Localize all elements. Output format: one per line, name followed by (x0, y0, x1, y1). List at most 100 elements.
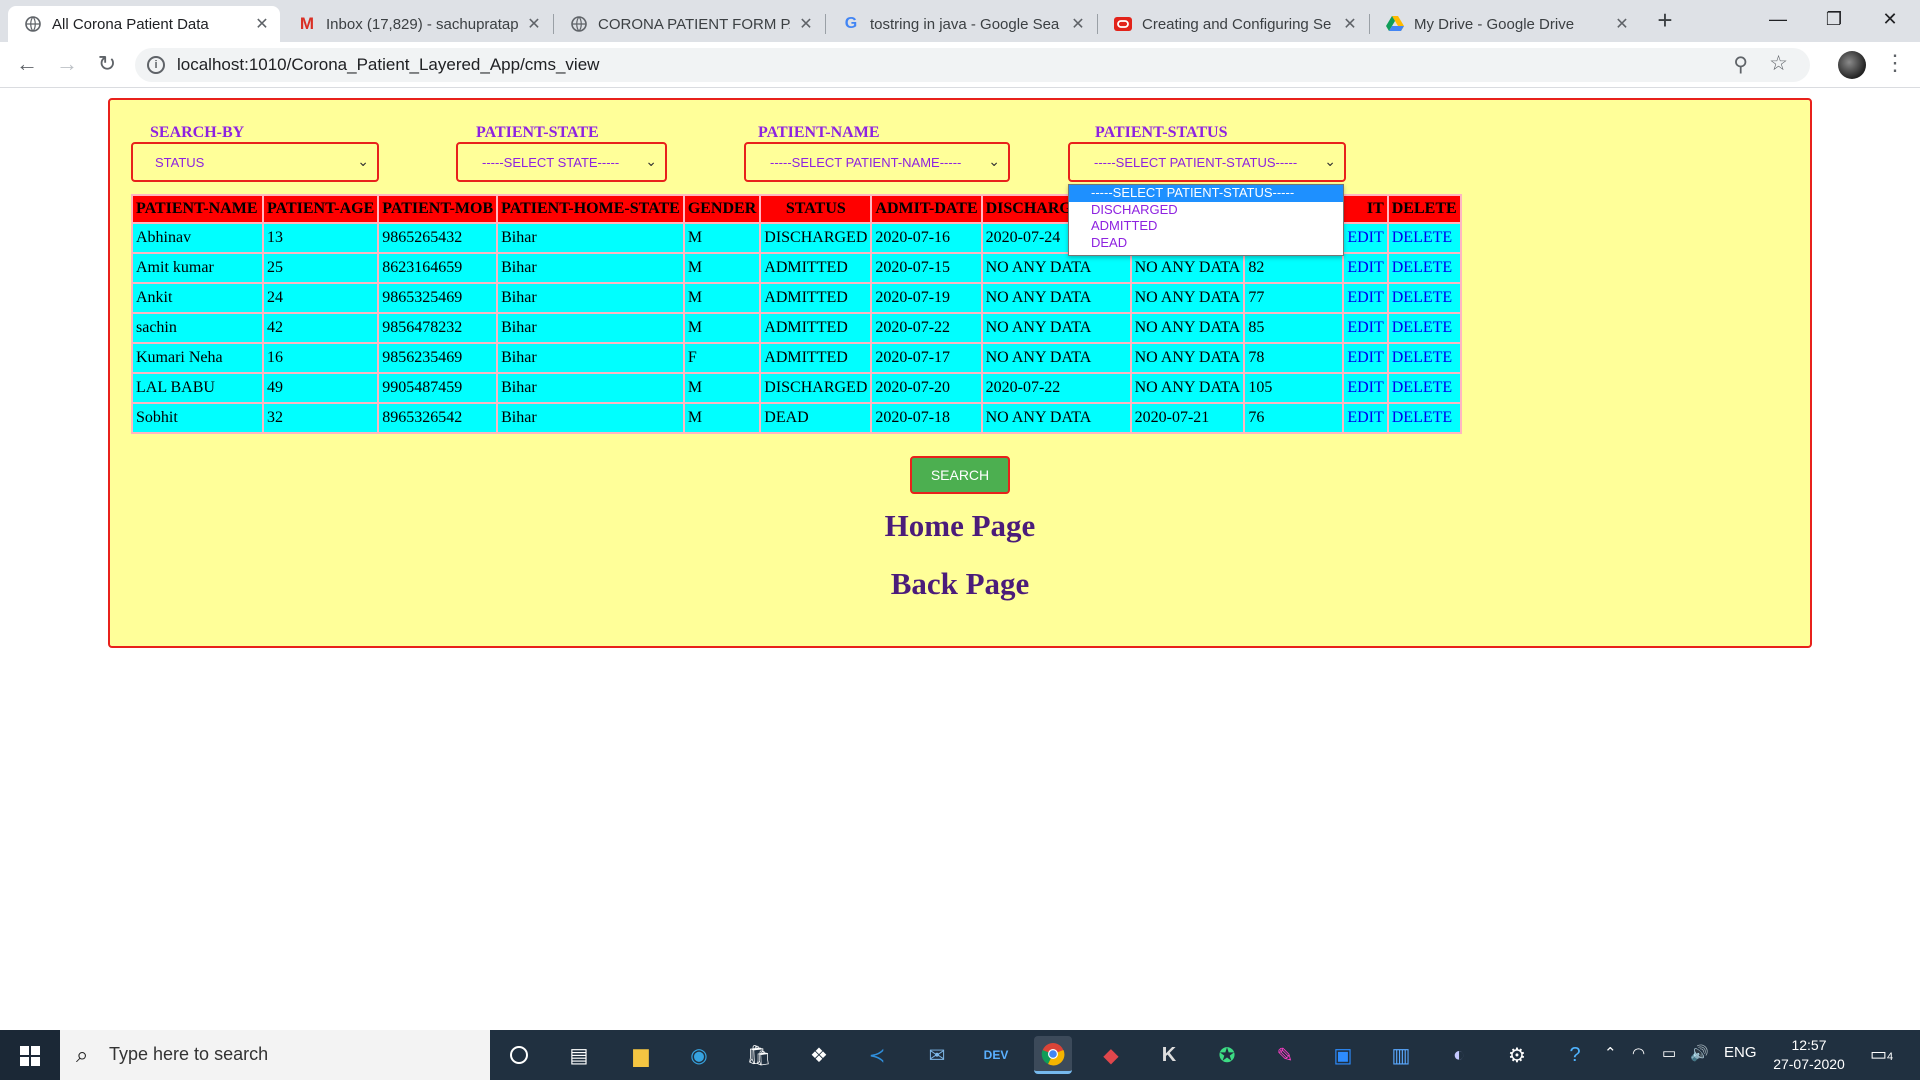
home-page-link[interactable]: Home Page (110, 508, 1810, 544)
dropdown-option-dead[interactable]: DEAD (1069, 235, 1343, 252)
cell-status: DISCHARGED (761, 224, 871, 252)
edit-link[interactable]: EDIT (1347, 349, 1383, 366)
chrome-icon[interactable] (1034, 1036, 1072, 1074)
start-button[interactable] (0, 1030, 60, 1080)
patient-status-select[interactable]: -----SELECT PATIENT-STATUS----- ⌄ (1068, 142, 1346, 182)
cell-name: Kumari Neha (133, 344, 262, 372)
patient-name-select[interactable]: -----SELECT PATIENT-NAME----- ⌄ (744, 142, 1010, 182)
dropdown-option-admitted[interactable]: ADMITTED (1069, 218, 1343, 235)
zoom-app-icon[interactable]: ▣ (1324, 1036, 1362, 1074)
cell-edit: EDIT (1344, 284, 1387, 312)
devcpp-icon[interactable]: DEV (977, 1036, 1015, 1074)
edit-link[interactable]: EDIT (1347, 229, 1383, 246)
cell-age: 49 (264, 374, 378, 402)
patient-state-select[interactable]: -----SELECT STATE----- ⌄ (456, 142, 667, 182)
menu-kebab-icon[interactable]: ⋮ (1884, 50, 1906, 76)
volume-icon[interactable]: 🔊 (1690, 1044, 1709, 1062)
notification-count: 4 (1887, 1051, 1894, 1063)
bookmark-star-icon[interactable]: ☆ (1769, 51, 1788, 76)
reload-icon[interactable]: ↻ (92, 50, 122, 80)
restore-button[interactable]: ❐ (1808, 0, 1860, 40)
tab-corona-patient-form[interactable]: CORONA PATIENT FORM PAGE ✕ (554, 6, 824, 42)
forward-arrow-icon[interactable]: → (52, 50, 82, 80)
tab-google-search[interactable]: G tostring in java - Google Sea ✕ (826, 6, 1096, 42)
store-icon[interactable]: 🛍 (740, 1036, 778, 1074)
edit-link[interactable]: EDIT (1347, 259, 1383, 276)
file-explorer-icon[interactable]: ▆ (622, 1036, 660, 1074)
cell-name: Amit kumar (133, 254, 262, 282)
browser-tab-bar: All Corona Patient Data ✕ M Inbox (17,82… (0, 0, 1920, 42)
delete-link[interactable]: DELETE (1392, 379, 1452, 396)
delete-link[interactable]: DELETE (1392, 409, 1452, 426)
language-indicator[interactable]: ENG (1724, 1044, 1757, 1061)
cell-hidden-2: 85 (1245, 314, 1343, 342)
back-arrow-icon[interactable]: ← (12, 50, 42, 80)
info-icon[interactable]: i (147, 56, 165, 74)
edge-icon[interactable]: ◉ (680, 1036, 718, 1074)
cell-admit-date: 2020-07-16 (872, 224, 981, 252)
back-page-link[interactable]: Back Page (110, 566, 1810, 602)
tab-all-corona-patient-data[interactable]: All Corona Patient Data ✕ (8, 6, 280, 42)
notification-center-icon[interactable]: ▭4 (1870, 1044, 1893, 1065)
profile-avatar[interactable] (1838, 51, 1866, 79)
col-gender: GENDER (684, 196, 760, 222)
address-bar[interactable]: i localhost:1010/Corona_Patient_Layered_… (135, 48, 1810, 82)
kotlin-ide-icon[interactable]: K (1150, 1036, 1188, 1074)
edit-link[interactable]: EDIT (1347, 289, 1383, 306)
edit-link[interactable]: EDIT (1347, 319, 1383, 336)
close-window-button[interactable]: ✕ (1864, 0, 1916, 40)
close-icon[interactable]: ✕ (1614, 14, 1630, 34)
delete-link[interactable]: DELETE (1392, 289, 1452, 306)
taskbar-search-box[interactable]: ⌕ Type here to search (60, 1030, 490, 1080)
notepad-icon[interactable]: ▥ (1382, 1036, 1420, 1074)
task-view-icon[interactable]: ▤ (560, 1036, 598, 1074)
dropdown-option-discharged[interactable]: DISCHARGED (1069, 202, 1343, 219)
close-icon[interactable]: ✕ (1342, 14, 1358, 34)
delete-link[interactable]: DELETE (1392, 229, 1452, 246)
gmail-icon: M (299, 14, 315, 33)
close-icon[interactable]: ✕ (254, 14, 270, 34)
settings-gear-icon[interactable]: ⚙ (1498, 1036, 1536, 1074)
cell-gender: F (684, 344, 760, 372)
edit-link[interactable]: EDIT (1347, 409, 1383, 426)
mail-icon[interactable]: ✉ (918, 1036, 956, 1074)
cell-admit-date: 2020-07-17 (872, 344, 981, 372)
cortana-icon[interactable] (500, 1036, 538, 1074)
tab-google-drive[interactable]: My Drive - Google Drive ✕ (1370, 6, 1640, 42)
close-icon[interactable]: ✕ (798, 14, 814, 34)
dropbox-icon[interactable]: ❖ (800, 1036, 838, 1074)
cell-status: ADMITTED (761, 284, 871, 312)
cell-hidden-1: NO ANY DATA (1131, 254, 1244, 282)
search-button[interactable]: SEARCH (910, 456, 1010, 494)
table-row: Kumari Neha 16 9856235469 Bihar F ADMITT… (133, 344, 1460, 372)
wifi-icon[interactable]: ◠ (1632, 1044, 1645, 1062)
system-clock[interactable]: 12:57 27-07-2020 (1770, 1036, 1848, 1074)
cell-age: 42 (264, 314, 378, 342)
tab-oracle-docs[interactable]: Creating and Configuring Se ✕ (1098, 6, 1368, 42)
dropdown-option-select-status[interactable]: -----SELECT PATIENT-STATUS----- (1069, 185, 1343, 202)
cell-state: Bihar (498, 284, 683, 312)
tab-gmail-inbox[interactable]: M Inbox (17,829) - sachupratap ✕ (282, 6, 552, 42)
battery-icon[interactable]: ▭ (1662, 1044, 1676, 1062)
paint-brush-icon[interactable]: ✎ (1266, 1036, 1304, 1074)
minimize-button[interactable]: — (1752, 0, 1804, 40)
help-icon[interactable]: ? (1556, 1036, 1594, 1074)
edit-link[interactable]: EDIT (1347, 379, 1383, 396)
col-edit: IT (1344, 196, 1387, 222)
delete-link[interactable]: DELETE (1392, 349, 1452, 366)
pdf-reader-icon[interactable]: ◆ (1092, 1036, 1130, 1074)
col-status: STATUS (761, 196, 871, 222)
delete-link[interactable]: DELETE (1392, 319, 1452, 336)
android-studio-icon[interactable]: ✪ (1208, 1036, 1246, 1074)
eclipse-icon[interactable]: ◐ (1440, 1036, 1478, 1074)
windows-taskbar: ⌕ Type here to search ▤ ▆ ◉ 🛍 ❖ ≺ ✉ DEV … (0, 1030, 1920, 1080)
close-icon[interactable]: ✕ (526, 14, 542, 34)
close-icon[interactable]: ✕ (1070, 14, 1086, 34)
cell-gender: M (684, 284, 760, 312)
show-hidden-icons-chevron-icon[interactable]: ⌃ (1604, 1044, 1617, 1062)
zoom-icon[interactable]: ⚲ (1733, 52, 1748, 77)
new-tab-button[interactable]: + (1650, 6, 1680, 36)
search-by-select[interactable]: STATUS ⌄ (131, 142, 379, 182)
delete-link[interactable]: DELETE (1392, 259, 1452, 276)
vscode-icon[interactable]: ≺ (858, 1036, 896, 1074)
